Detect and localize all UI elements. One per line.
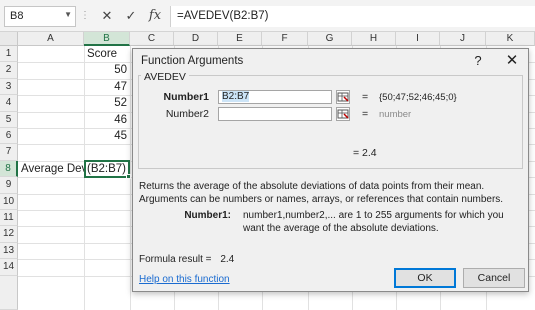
arg2-label: Number2 <box>165 108 209 120</box>
dialog-title: Function Arguments <box>141 55 244 67</box>
cell-b1[interactable]: Score <box>84 46 130 62</box>
chevron-down-icon[interactable]: ▼ <box>64 10 72 19</box>
collapse-dialog-icon[interactable] <box>336 107 350 121</box>
formula-bar: B8 ▼ ⋮ ✕ ✓ fx =AVEDEV(B2:B7) <box>0 0 535 32</box>
select-all-corner[interactable] <box>0 32 18 46</box>
column-header-k[interactable]: K <box>486 32 535 46</box>
row-header-1[interactable]: 1 <box>0 46 18 63</box>
column-header-e[interactable]: E <box>218 32 262 46</box>
row-header-2[interactable]: 2 <box>0 62 18 79</box>
row-header-11[interactable]: 11 <box>0 210 18 227</box>
column-header-i[interactable]: I <box>396 32 440 46</box>
cancel-edit-icon[interactable]: ✕ <box>98 7 116 25</box>
active-cell-border <box>84 159 130 178</box>
help-icon[interactable]: ? <box>471 53 485 68</box>
function-name: AVEDEV <box>141 71 189 83</box>
arg1-label: Number1 <box>163 91 209 103</box>
close-icon[interactable]: ✕ <box>503 51 521 69</box>
arg1-equals: = <box>362 91 369 103</box>
column-header-g[interactable]: G <box>308 32 352 46</box>
column-header-j[interactable]: J <box>440 32 486 46</box>
row-header-9[interactable]: 9 <box>0 177 18 194</box>
collapse-dialog-icon[interactable] <box>336 90 350 104</box>
arg1-result: {50;47;52;46;45;0} <box>379 92 457 103</box>
arg2-input[interactable] <box>218 107 332 121</box>
column-header-h[interactable]: H <box>352 32 396 46</box>
column-header-d[interactable]: D <box>174 32 218 46</box>
formula-result-value: 2.4 <box>220 254 235 265</box>
arg-description-label: Number1: <box>184 210 231 221</box>
ok-button[interactable]: OK <box>394 268 456 288</box>
row-header-filler <box>0 275 18 310</box>
help-link[interactable]: Help on this function <box>139 274 230 285</box>
row-header-12[interactable]: 12 <box>0 226 18 243</box>
column-header-a[interactable]: A <box>18 32 84 46</box>
row-header-5[interactable]: 5 <box>0 111 18 128</box>
cell-b4[interactable]: 52 <box>84 95 130 111</box>
arg2-result: number <box>379 109 412 120</box>
name-box[interactable]: B8 ▼ <box>4 6 76 27</box>
name-box-value: B8 <box>10 10 24 22</box>
arg1-input[interactable]: B2:B7 <box>218 90 332 104</box>
more-icon: ⋮ <box>80 10 91 21</box>
formula-result-label: Formula result = <box>139 254 212 265</box>
row-header-3[interactable]: 3 <box>0 78 18 96</box>
cell-a8[interactable]: Average Dev = <box>18 161 97 177</box>
formula-input[interactable]: =AVEDEV(B2:B7) <box>170 6 535 27</box>
range-select-icon <box>337 109 349 119</box>
function-result: = 2.4 <box>353 147 377 159</box>
range-select-icon <box>337 92 349 102</box>
cell-b6-value <box>84 114 130 132</box>
row-header-10[interactable]: 10 <box>0 193 18 210</box>
confirm-edit-icon[interactable]: ✓ <box>122 7 140 25</box>
insert-function-icon[interactable]: fx <box>146 7 164 25</box>
function-arguments-dialog: Function Arguments ? ✕ AVEDEV Number1 B2… <box>132 48 529 292</box>
fill-handle[interactable] <box>126 173 131 179</box>
row-header-13[interactable]: 13 <box>0 242 18 260</box>
column-header-b[interactable]: B <box>84 32 130 46</box>
row-header-8[interactable]: 8 <box>0 160 18 178</box>
arg1-value: B2:B7 <box>222 91 250 102</box>
formula-result: Formula result = 2.4 <box>139 254 234 265</box>
row-header-6[interactable]: 6 <box>0 128 18 145</box>
column-header-c[interactable]: C <box>130 32 174 46</box>
arg-description: number1,number2,... are 1 to 255 argumen… <box>243 210 504 234</box>
row-header-7[interactable]: 7 <box>0 144 18 161</box>
row-header-4[interactable]: 4 <box>0 95 18 112</box>
cancel-button[interactable]: Cancel <box>463 268 525 288</box>
cell-b2[interactable]: 50 <box>84 62 130 78</box>
arg2-equals: = <box>362 108 369 120</box>
function-description: Returns the average of the absolute devi… <box>139 181 504 205</box>
cell-b3[interactable]: 47 <box>84 79 130 95</box>
column-header-f[interactable]: F <box>262 32 308 46</box>
row-header-14[interactable]: 14 <box>0 259 18 276</box>
